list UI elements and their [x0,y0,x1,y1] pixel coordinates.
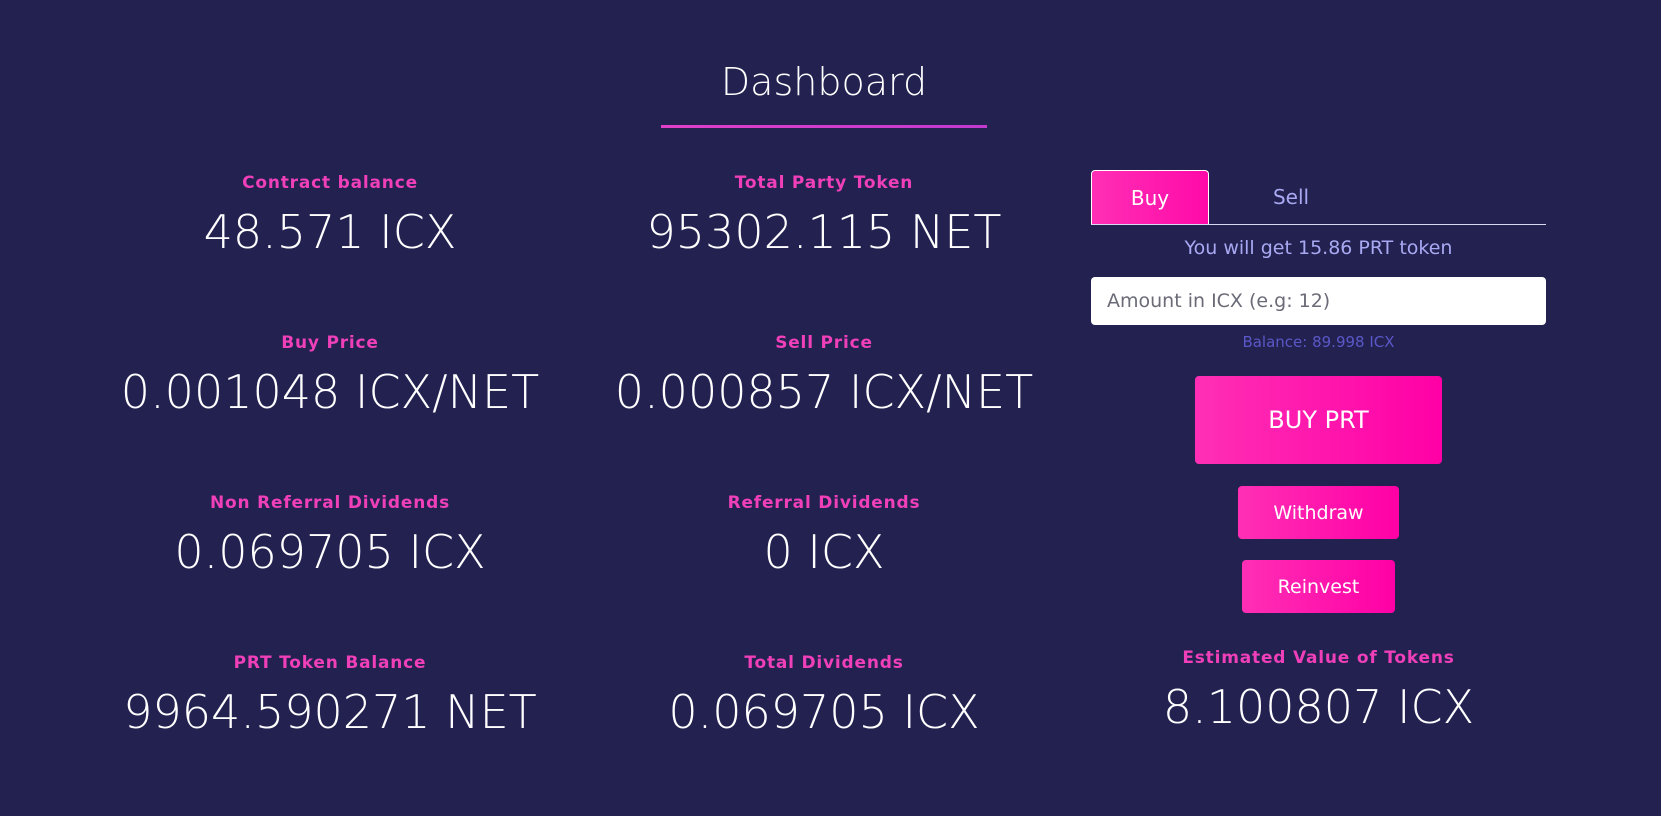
title-underline [661,125,987,128]
stat-contract-balance: Contract balance 48.571 ICX [90,173,570,259]
stat-estimated-value: Estimated Value of Tokens 8.100807 ICX [1091,648,1546,734]
stat-value: 48.571 ICX [203,205,457,259]
stat-prt-token-balance: PRT Token Balance 9964.590271 NET [90,653,570,739]
token-estimate-text: You will get 15.86 PRT token [1184,237,1453,259]
stat-value: 9964.590271 NET [123,685,537,739]
stat-label: Non Referral Dividends [210,493,450,513]
withdraw-button[interactable]: Withdraw [1238,486,1399,539]
buy-prt-button[interactable]: BUY PRT [1195,376,1442,464]
stat-total-dividends: Total Dividends 0.069705 ICX [584,653,1064,739]
stat-value: 95302.115 NET [646,205,1002,259]
tab-sell[interactable]: Sell [1246,170,1336,224]
tab-buy[interactable]: Buy [1091,170,1209,224]
stat-sell-price: Sell Price 0.000857 ICX/NET [584,333,1064,419]
stat-label: PRT Token Balance [233,653,427,673]
stat-referral-dividends: Referral Dividends 0 ICX [584,493,1064,579]
wallet-balance-text: Balance: 89.998 ICX [1242,333,1395,351]
page-title: Dashboard [720,60,928,104]
stat-label: Referral Dividends [727,493,921,513]
dashboard-page: Dashboard Contract balance 48.571 ICX Bu… [0,0,1661,816]
stat-value: 0 ICX [763,525,885,579]
stat-label: Total Party Token [734,173,914,193]
stat-value: 0.001048 ICX/NET [120,365,540,419]
trade-tabs: Buy Sell [1091,170,1546,225]
stat-buy-price: Buy Price 0.001048 ICX/NET [90,333,570,419]
stat-label: Estimated Value of Tokens [1182,648,1455,668]
reinvest-button[interactable]: Reinvest [1242,560,1395,613]
stat-value: 8.100807 ICX [1162,680,1475,734]
stat-label: Total Dividends [744,653,904,673]
amount-input[interactable] [1091,277,1546,325]
stat-non-referral-dividends: Non Referral Dividends 0.069705 ICX [90,493,570,579]
stat-total-party-token: Total Party Token 95302.115 NET [584,173,1064,259]
stat-label: Sell Price [775,333,873,353]
stat-label: Buy Price [281,333,379,353]
stat-value: 0.000857 ICX/NET [614,365,1034,419]
stat-label: Contract balance [242,173,418,193]
stat-value: 0.069705 ICX [668,685,980,739]
stat-value: 0.069705 ICX [174,525,486,579]
